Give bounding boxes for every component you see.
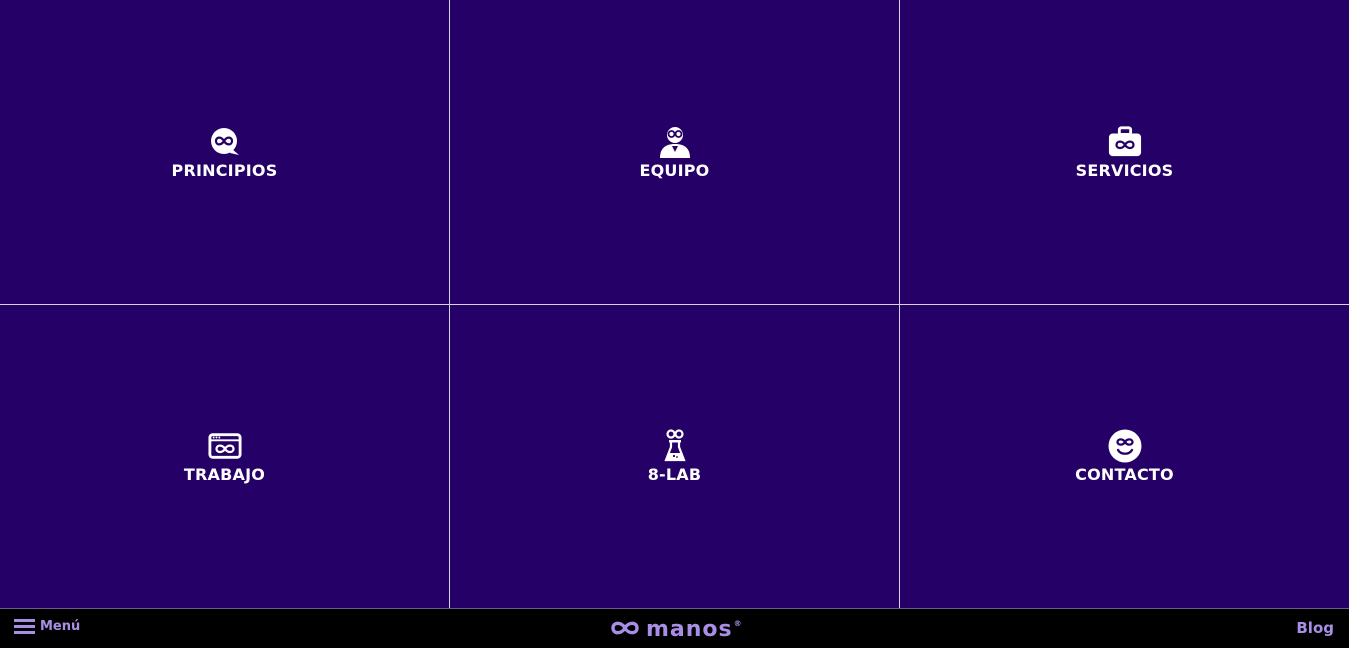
tile-label: 8-LAB [647,465,702,484]
tile-equipo[interactable]: EQUIPO [450,0,899,304]
chat-bubble-infinity-icon [208,125,242,159]
tile-label: TRABAJO [183,465,266,484]
footer-bar: Menú manos ® Blog [0,608,1349,648]
tile-principios[interactable]: PRINCIPIOS [0,0,449,304]
blog-link[interactable]: Blog [1296,619,1334,637]
flask-icon [658,429,692,463]
logo-text: manos [646,616,733,642]
tile-servicios[interactable]: SERVICIOS [900,0,1349,304]
tile-8-lab[interactable]: 8-LAB [450,305,899,608]
browser-window-infinity-icon [207,429,242,463]
tile-label: PRINCIPIOS [171,160,278,180]
tile-label: CONTACTO [1075,465,1174,484]
tile-contacto[interactable]: CONTACTO [900,305,1349,608]
menu-button[interactable]: Menú [14,619,80,634]
infinity-logo-icon [610,615,646,643]
logo[interactable]: manos ® [610,615,743,643]
smiley-face-icon [1108,429,1142,463]
person-glasses-icon [658,125,692,159]
section-grid: PRINCIPIOS EQUIPO SERVICIOS TRABAJO 8-LA… [0,0,1349,608]
registered-mark: ® [733,619,743,628]
tile-label: SERVICIOS [1075,160,1174,180]
tile-trabajo[interactable]: TRABAJO [0,305,449,608]
briefcase-infinity-icon [1108,125,1142,159]
menu-label: Menú [40,619,81,634]
hamburger-icon [14,619,35,634]
tile-label: EQUIPO [639,160,710,180]
